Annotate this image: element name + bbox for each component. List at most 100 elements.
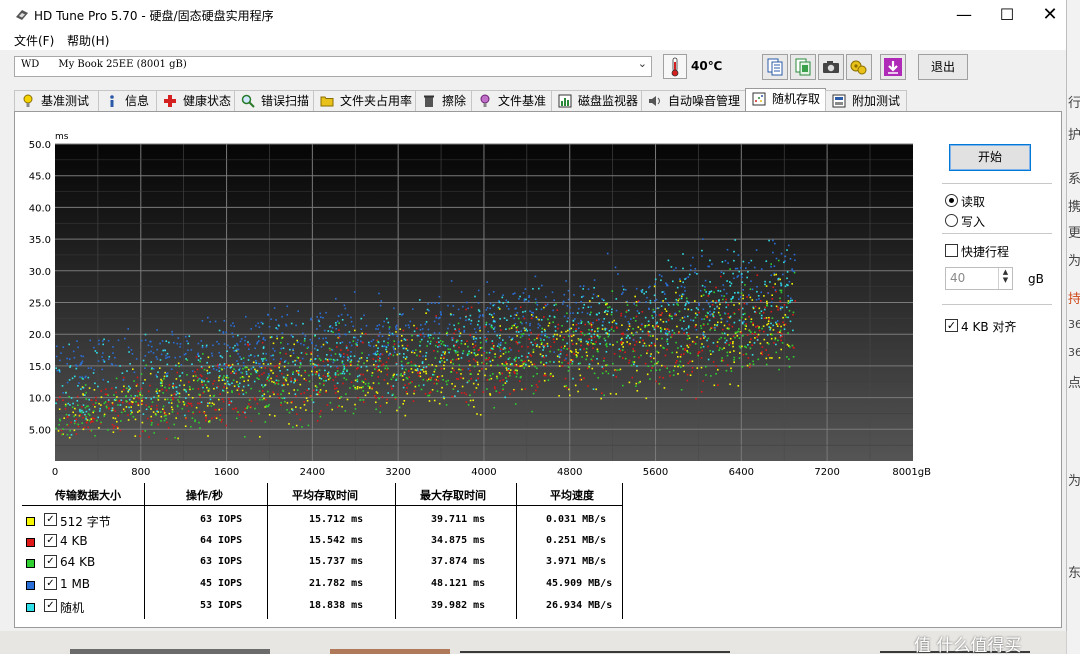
tab-error-scan[interactable]: 错误扫描: [234, 90, 314, 111]
scatter-point: [669, 313, 671, 315]
row-checkbox[interactable]: ✓: [44, 534, 57, 547]
scatter-point: [549, 350, 551, 353]
scatter-point: [515, 368, 517, 371]
scatter-point: [729, 315, 732, 318]
tab-health[interactable]: 健康状态: [156, 90, 235, 111]
menu-help[interactable]: 帮助(H): [67, 32, 109, 49]
scatter-point: [544, 365, 547, 367]
options-button[interactable]: [846, 54, 872, 80]
scatter-point: [472, 338, 475, 340]
divider: [942, 183, 1052, 184]
row-checkbox[interactable]: ✓: [44, 599, 57, 612]
scatter-point: [763, 308, 766, 311]
scatter-point: [636, 365, 638, 367]
screenshot-button[interactable]: [818, 54, 844, 80]
scatter-point: [750, 321, 752, 323]
scatter-point: [502, 384, 504, 386]
scatter-point: [157, 399, 160, 401]
short-stroke-checkbox[interactable]: [945, 244, 958, 257]
copy-image-icon: [795, 58, 811, 76]
scatter-point: [540, 361, 542, 363]
scatter-point: [233, 385, 236, 387]
tab-file-benchmark[interactable]: 文件基准: [471, 90, 552, 111]
scatter-point: [562, 339, 564, 341]
scatter-point: [508, 336, 511, 338]
maximize-icon[interactable]: ☐: [984, 0, 1030, 30]
scatter-point: [116, 426, 119, 428]
scatter-point: [336, 342, 338, 344]
scatter-point: [480, 354, 483, 357]
write-radio[interactable]: [945, 214, 958, 227]
scatter-point: [567, 370, 570, 372]
scatter-point: [156, 348, 158, 351]
temperature-button[interactable]: [663, 54, 687, 79]
scatter-point: [757, 358, 760, 361]
tab-noise-management[interactable]: 自动噪音管理: [641, 90, 746, 111]
drive-select[interactable]: WD My Book 25EE (8001 gB) ⌄: [14, 56, 652, 77]
scatter-point: [726, 351, 729, 354]
read-radio[interactable]: [945, 194, 958, 207]
scatter-point: [784, 314, 787, 316]
scatter-point: [738, 357, 741, 359]
scatter-point: [130, 413, 132, 415]
scatter-point: [715, 300, 718, 302]
scatter-point: [197, 359, 200, 361]
scatter-point: [403, 353, 405, 355]
scatter-point: [779, 289, 781, 292]
short-stroke-stepper[interactable]: 40 ▲ ▼: [945, 267, 1013, 290]
row-checkbox[interactable]: ✓: [44, 577, 57, 590]
scatter-point: [176, 371, 179, 374]
bg-text: 东: [1068, 566, 1080, 581]
stepper-arrows-icon[interactable]: ▲ ▼: [998, 268, 1012, 289]
align-4kb-checkbox[interactable]: ✓: [945, 319, 958, 332]
scatter-point: [375, 353, 378, 356]
menu-file[interactable]: 文件(F): [14, 32, 54, 49]
start-button[interactable]: 开始: [949, 144, 1031, 171]
scatter-point: [774, 289, 777, 291]
scatter-point: [165, 340, 168, 342]
scatter-point: [280, 341, 282, 344]
tab-info[interactable]: 信息: [98, 90, 157, 111]
tab-erase[interactable]: 擦除: [415, 90, 472, 111]
scatter-point: [415, 349, 417, 351]
scatter-point: [225, 424, 227, 427]
scatter-point: [212, 368, 215, 370]
tab-disk-monitor[interactable]: 磁盘监视器: [551, 90, 642, 111]
scatter-point: [494, 353, 496, 355]
scatter-point: [356, 378, 359, 381]
tab-benchmark[interactable]: 基准测试: [14, 90, 99, 111]
row-checkbox[interactable]: ✓: [44, 555, 57, 568]
tab-folder-usage[interactable]: 文件夹占用率: [313, 90, 416, 111]
scatter-point: [265, 398, 267, 401]
scatter-point: [112, 431, 115, 433]
scatter-point: [388, 326, 391, 328]
scatter-point: [211, 352, 213, 355]
save-button[interactable]: [880, 54, 906, 80]
scatter-point: [643, 342, 646, 345]
scatter-point: [223, 375, 225, 377]
scatter-point: [597, 362, 599, 365]
table-row: ✓ 64 KB 63 IOPS 15.737 ms 37.874 ms 3.97…: [22, 553, 622, 573]
scatter-point: [436, 341, 438, 343]
exit-button[interactable]: 退出: [918, 54, 968, 80]
minimize-icon[interactable]: —: [941, 0, 987, 30]
scatter-point: [244, 411, 246, 414]
tab-extra-tests[interactable]: 附加测试: [825, 90, 907, 111]
copy-text-button[interactable]: [762, 54, 788, 80]
scatter-point: [273, 307, 276, 309]
row-checkbox[interactable]: ✓: [44, 513, 57, 526]
scatter-point: [227, 377, 230, 379]
scatter-point: [507, 308, 510, 310]
scatter-point: [566, 354, 568, 356]
scatter-point: [145, 364, 147, 367]
scatter-point: [605, 342, 608, 345]
scatter-point: [419, 350, 422, 353]
scatter-point: [464, 343, 466, 345]
scatter-point: [244, 366, 246, 369]
copy-image-button[interactable]: [790, 54, 816, 80]
scatter-point: [543, 328, 546, 331]
scatter-point: [782, 321, 784, 324]
tab-random-access[interactable]: 随机存取: [745, 88, 826, 112]
scatter-point: [79, 363, 82, 366]
close-icon[interactable]: ✕: [1027, 0, 1073, 30]
